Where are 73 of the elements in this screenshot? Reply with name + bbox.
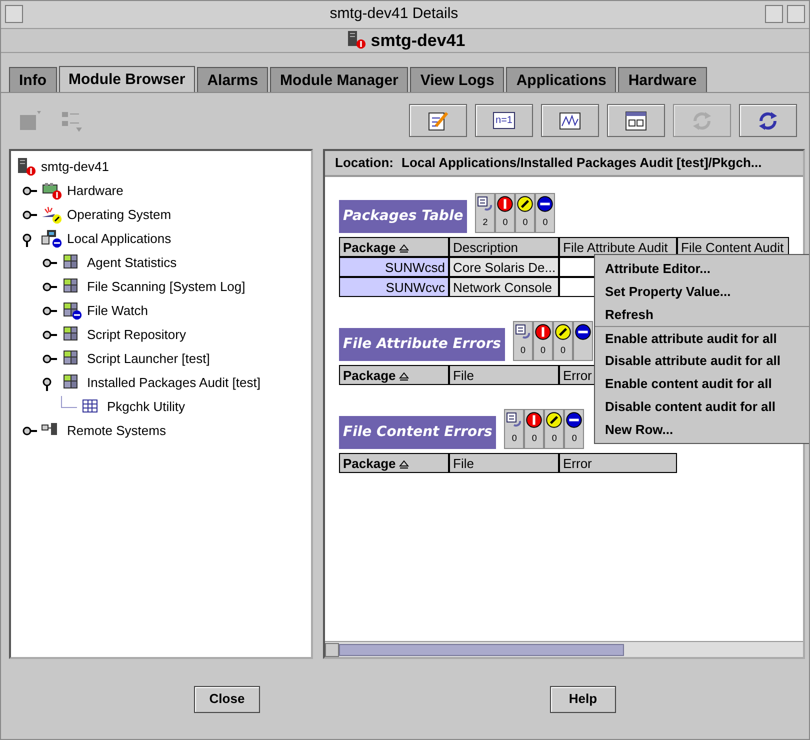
host-title: smtg-dev41: [370, 30, 466, 52]
menu-item[interactable]: Disable attribute audit for all: [595, 349, 809, 372]
location-label: Location:: [335, 154, 394, 172]
tree-item[interactable]: Pkgchk Utility: [107, 397, 186, 416]
tab[interactable]: Alarms: [197, 66, 268, 92]
section-title: Packages Table: [339, 200, 468, 233]
tree-item[interactable]: smtg-dev41: [41, 157, 109, 176]
menu-item[interactable]: Enable content audit for all: [595, 372, 809, 395]
refresh-button[interactable]: [739, 104, 797, 138]
edit-button[interactable]: [409, 104, 467, 138]
status-counter[interactable]: 0: [524, 408, 544, 449]
menu-item[interactable]: Refresh: [595, 303, 809, 326]
tab[interactable]: View Logs: [410, 66, 504, 92]
section-title: File Content Errors: [339, 416, 496, 449]
tree-item[interactable]: Hardware: [67, 181, 124, 200]
menu-item[interactable]: Attribute Editor...: [595, 257, 809, 280]
status-counter[interactable]: 0: [512, 320, 533, 361]
window-button[interactable]: [607, 104, 665, 138]
column-header[interactable]: File Attribute Audit: [559, 236, 677, 257]
column-header[interactable]: Description: [449, 236, 559, 257]
column-header[interactable]: Package: [339, 364, 449, 385]
section-title: File Attribute Errors: [339, 328, 505, 361]
tab[interactable]: Hardware: [618, 66, 707, 92]
status-counter[interactable]: 0: [564, 408, 584, 449]
tree-item[interactable]: Script Repository: [87, 325, 186, 344]
graph-button[interactable]: [541, 104, 599, 138]
menu-item[interactable]: New Row...: [595, 418, 809, 441]
tree-item[interactable]: Installed Packages Audit [test]: [87, 373, 260, 392]
tree-item[interactable]: Local Applications: [67, 229, 172, 248]
status-counter[interactable]: 0: [515, 192, 536, 233]
tree-item[interactable]: Remote Systems: [67, 421, 166, 440]
status-counter[interactable]: 2: [475, 192, 496, 233]
column-header[interactable]: File: [449, 452, 559, 473]
menu-item[interactable]: Set Property Value...: [595, 280, 809, 303]
status-counter[interactable]: 0: [544, 408, 564, 449]
status-counter[interactable]: [572, 320, 593, 361]
counter-button[interactable]: n=1: [475, 104, 533, 138]
tree-item[interactable]: File Watch: [87, 301, 148, 320]
table-cell: Network Console: [449, 276, 559, 297]
column-header[interactable]: File: [449, 364, 559, 385]
column-header[interactable]: File Content Audit: [677, 236, 789, 257]
column-header[interactable]: Package: [339, 236, 449, 257]
graph-icon: [558, 110, 582, 132]
window-title: smtg-dev41 Details: [328, 4, 460, 24]
location-path: Local Applications/Installed Packages Audit [test]/Pkgch...: [402, 154, 762, 172]
menu-item[interactable]: Enable attribute audit for all: [595, 326, 809, 349]
tab[interactable]: Module Manager: [270, 66, 408, 92]
window-menu-button[interactable]: [5, 5, 23, 24]
horizontal-scrollbar[interactable]: [325, 641, 803, 658]
maximize-button[interactable]: [787, 5, 805, 24]
column-header[interactable]: Error: [559, 452, 677, 473]
status-counter[interactable]: 0: [552, 320, 573, 361]
tree-item[interactable]: Script Launcher [test]: [87, 349, 210, 368]
status-counter[interactable]: 0: [535, 192, 556, 233]
tab[interactable]: Module Browser: [58, 66, 196, 92]
tree-item[interactable]: Operating System: [67, 205, 172, 224]
tree-item[interactable]: File Scanning [System Log]: [87, 277, 246, 296]
menu-item[interactable]: Disable content audit for all: [595, 395, 809, 418]
dialog-button[interactable]: Help: [550, 686, 616, 713]
table-cell: Core Solaris De...: [449, 256, 559, 277]
minimize-button[interactable]: [765, 5, 783, 24]
status-counter[interactable]: 0: [495, 192, 516, 233]
window-icon: [624, 110, 648, 132]
status-counter[interactable]: 0: [532, 320, 553, 361]
table-cell: SUNWcvc: [339, 276, 449, 297]
tab[interactable]: Info: [9, 66, 56, 92]
dialog-button[interactable]: Close: [194, 686, 260, 713]
tab[interactable]: Applications: [506, 66, 616, 92]
status-counter[interactable]: 0: [504, 408, 524, 449]
tree-item[interactable]: Agent Statistics: [87, 253, 177, 272]
pencil-icon: [426, 110, 450, 132]
table-cell: SUNWcsd: [339, 256, 449, 277]
column-header[interactable]: Package: [339, 452, 449, 473]
